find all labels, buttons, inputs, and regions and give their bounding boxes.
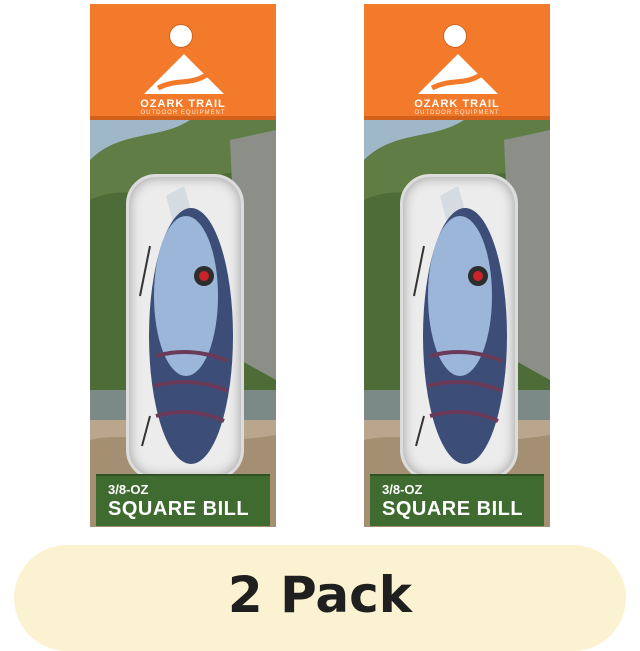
crankbait-lure bbox=[139, 186, 233, 464]
lure-name: SQUARE BILL bbox=[108, 498, 250, 520]
package-right: OZARK TRAIL OUTDOOR EQUIPMENT 3/8-OZ SQU… bbox=[364, 4, 550, 527]
brand-name: OZARK TRAIL bbox=[140, 98, 226, 110]
package-left: OZARK TRAIL OUTDOOR EQUIPMENT 3/8-OZ SQU… bbox=[90, 4, 276, 527]
package-header: OZARK TRAIL OUTDOOR EQUIPMENT bbox=[90, 4, 276, 120]
hang-hole bbox=[169, 24, 193, 48]
package-header: OZARK TRAIL OUTDOOR EQUIPMENT bbox=[364, 4, 550, 120]
hang-hole bbox=[443, 24, 467, 48]
lure-name: SQUARE BILL bbox=[382, 498, 524, 520]
mountain-logo-icon bbox=[418, 54, 498, 94]
mountain-logo-icon bbox=[144, 54, 224, 94]
brand-subtitle: OUTDOOR EQUIPMENT bbox=[414, 110, 500, 116]
pack-count-text: 2 Pack bbox=[227, 566, 413, 624]
lure-weight: 3/8-OZ bbox=[382, 482, 423, 497]
brand-name: OZARK TRAIL bbox=[414, 98, 500, 110]
crankbait-lure bbox=[413, 186, 507, 464]
brand-subtitle: OUTDOOR EQUIPMENT bbox=[140, 110, 226, 116]
lure-weight: 3/8-OZ bbox=[108, 482, 149, 497]
pack-count-banner: 2 Pack bbox=[14, 545, 626, 651]
